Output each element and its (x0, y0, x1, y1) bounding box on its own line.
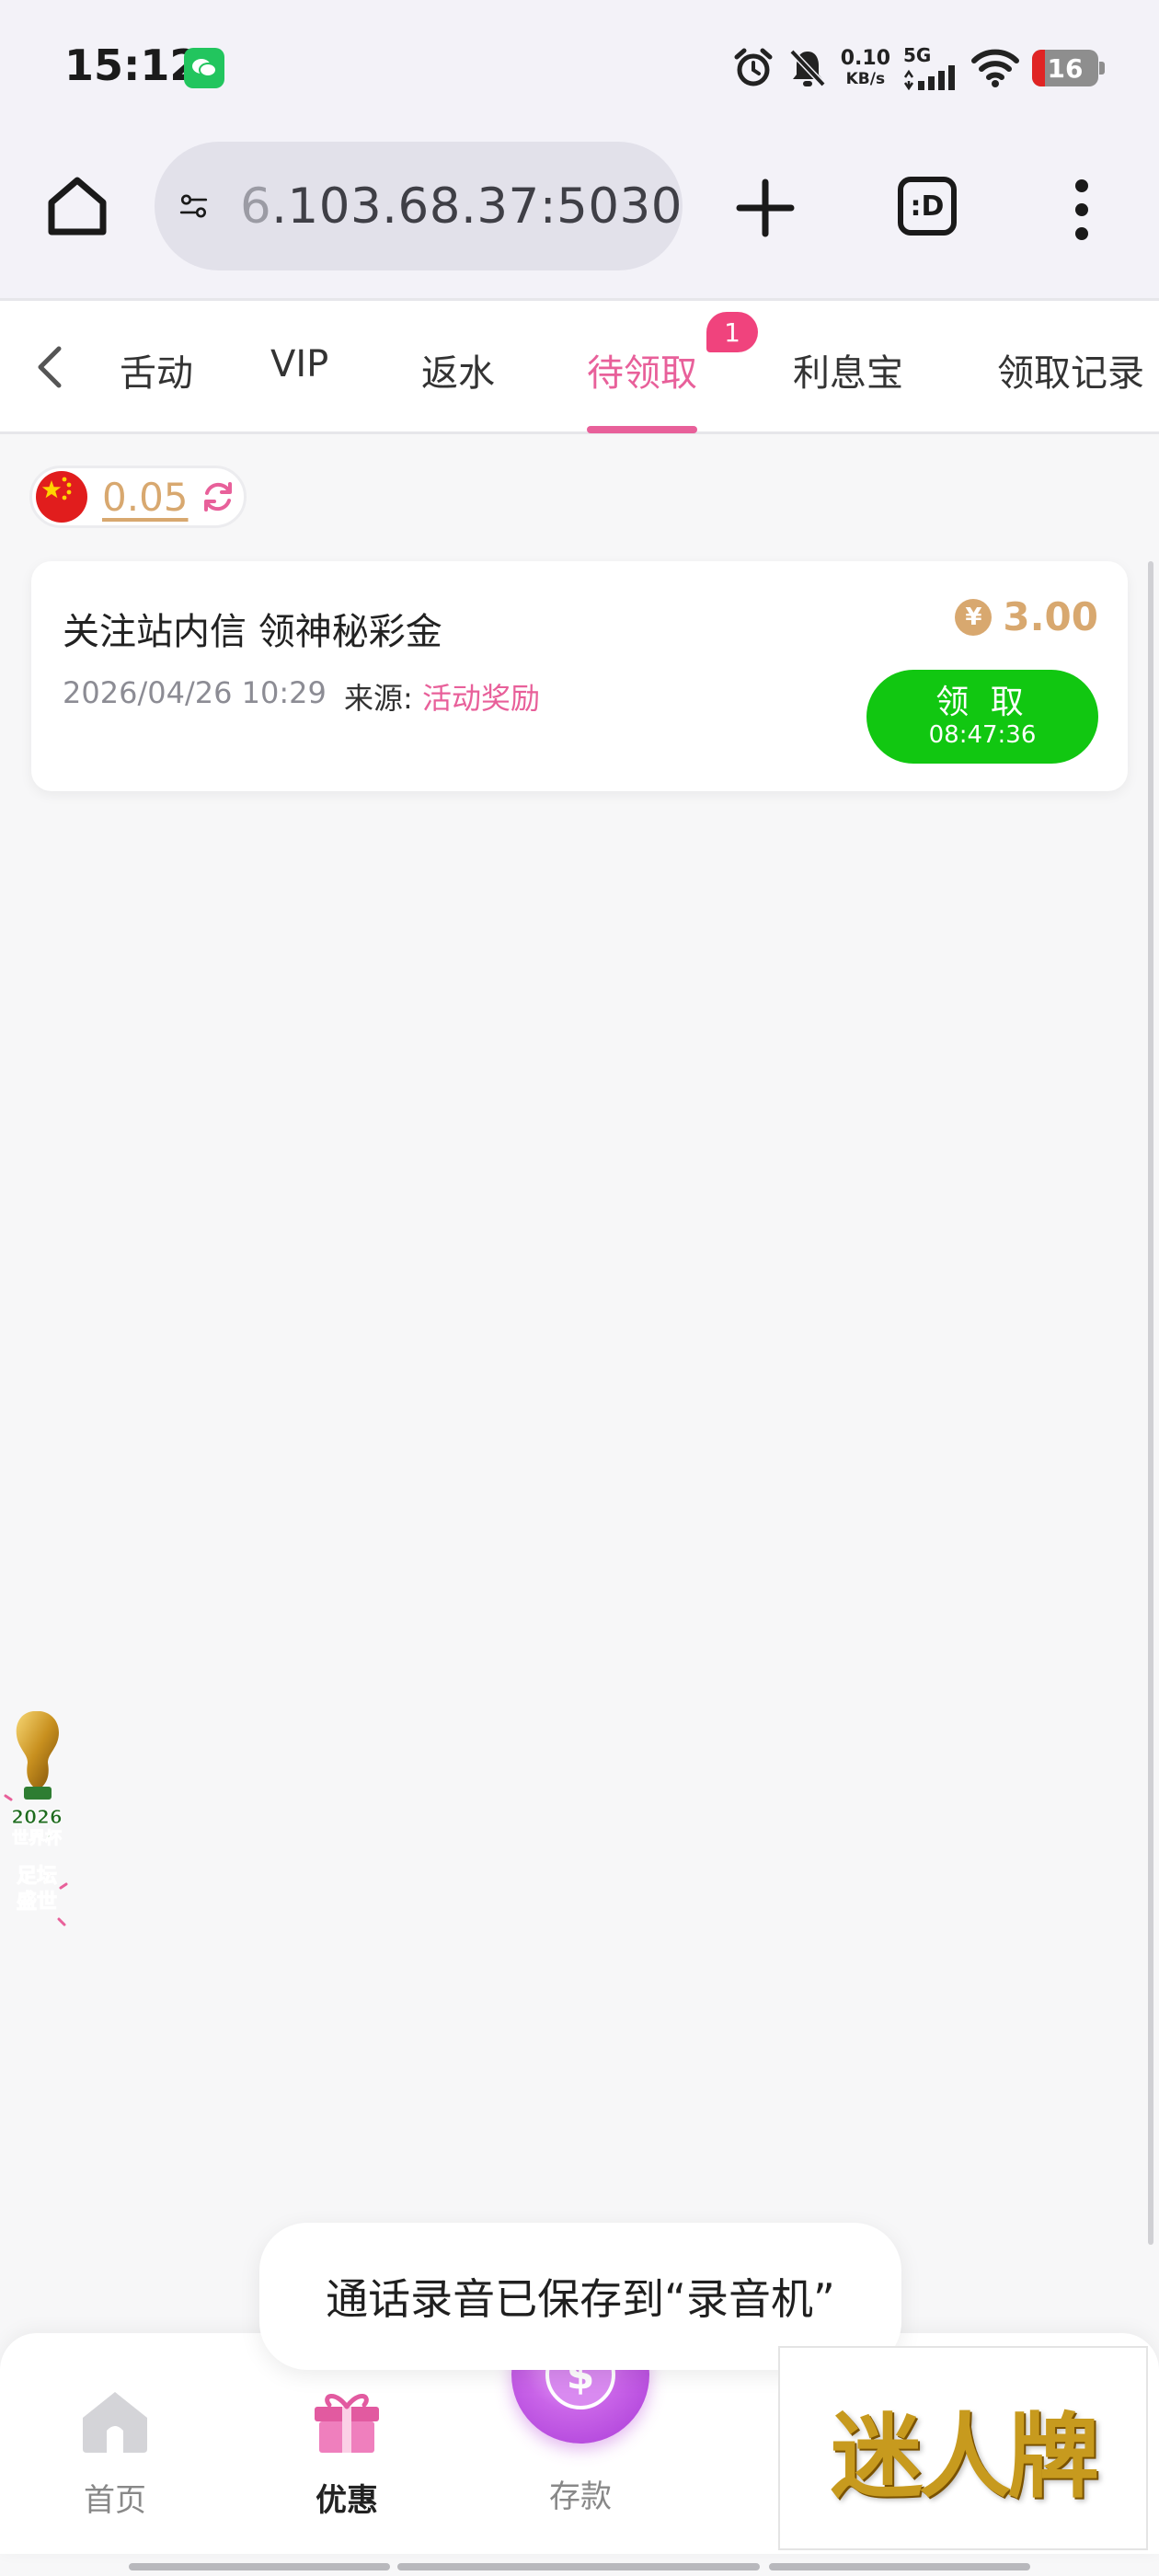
nav-promotions-label: 优惠 (316, 2482, 378, 2519)
battery-icon: 16 (1032, 50, 1105, 86)
address-bar[interactable]: 6.103.68.37:5030 (155, 142, 683, 270)
home-icon[interactable] (42, 171, 112, 241)
ad-text: 迷人牌 (831, 2401, 1099, 2511)
china-flag-icon (36, 471, 87, 523)
nav-home-label: 首页 (84, 2482, 146, 2519)
status-bar: 15:12 0.10 KB/s 5G 16 (0, 0, 1159, 138)
pending-count-badge: 1 (706, 312, 758, 352)
tab-rebate[interactable]: 返水 (421, 343, 495, 397)
ad-banner[interactable]: 迷人牌 (778, 2346, 1148, 2550)
status-icons: 0.10 KB/s 5G 16 (732, 42, 1105, 94)
balance-chip: 0.05 (29, 466, 247, 528)
url-text: 6.103.68.37:5030 (240, 178, 683, 235)
site-settings-icon[interactable] (178, 178, 209, 235)
tab-activity[interactable]: 舌动 (120, 343, 193, 397)
nav-deposit-label: 存款 (549, 2478, 612, 2515)
claim-countdown: 08:47:36 (928, 720, 1037, 749)
world-cup-year: 2026 (11, 1806, 63, 1828)
new-tab-icon[interactable] (729, 171, 802, 245)
reward-amount-value: 3.00 (1003, 594, 1098, 639)
network-type: 5G (903, 44, 932, 66)
reward-source-label: 来源: (344, 681, 422, 716)
world-cup-floating-widget[interactable]: 2026 世界杯 足坛 盛世 (0, 1708, 74, 1938)
browser-toolbar: 6.103.68.37:5030 :D (0, 138, 1159, 298)
world-cup-line3: 盛世 (17, 1890, 57, 1914)
gesture-bar-left (129, 2563, 390, 2570)
active-tab-indicator (587, 426, 697, 433)
world-cup-line2: 足坛 (17, 1865, 57, 1888)
net-speed-value: 0.10 (840, 47, 890, 70)
refresh-icon[interactable] (200, 478, 236, 515)
wifi-icon (971, 49, 1019, 87)
page-scrollbar[interactable] (1148, 561, 1153, 2245)
nav-home[interactable]: 首页 (46, 2379, 184, 2520)
tab-switcher-button[interactable]: :D (898, 177, 957, 236)
alarm-icon (734, 48, 773, 86)
mute-bell-icon (789, 49, 826, 87)
net-speed: 0.10 KB/s (841, 49, 890, 87)
tab-pending[interactable]: 待领取 (587, 343, 697, 397)
reward-date: 2026/04/26 10:29 (63, 675, 327, 710)
signal-group: 5G (903, 46, 958, 90)
reward-title: 关注站内信 领神秘彩金 (63, 611, 442, 653)
category-tabs: 舌动 VIP 返水 待领取 1 利息宝 领取记录 (0, 298, 1159, 434)
claim-button[interactable]: 领 取 08:47:36 (866, 670, 1098, 764)
home-nav-icon (83, 2392, 147, 2453)
url-main: .103.68.37:5030 (271, 178, 683, 235)
chevron-left-icon[interactable] (28, 341, 75, 393)
signal-icon (903, 65, 955, 90)
world-cup-line1: 世界杯 (12, 1828, 63, 1848)
balance-amount: 0.05 (102, 474, 189, 520)
reward-source-value: 活动奖励 (421, 681, 540, 716)
reward-amount: ¥ 3.00 (955, 594, 1098, 639)
tab-claim-history[interactable]: 领取记录 (997, 343, 1144, 397)
more-menu-icon[interactable] (1065, 175, 1098, 245)
status-time: 15:12 (64, 40, 200, 90)
reward-source: 来源: 活动奖励 (344, 675, 540, 718)
reward-card: 关注站内信 领神秘彩金 2026/04/26 10:29 来源: 活动奖励 ¥ … (31, 561, 1128, 791)
net-speed-unit: KB/s (845, 70, 886, 88)
battery-level: 16 (1047, 52, 1084, 84)
gesture-bar-center (397, 2563, 760, 2570)
gift-icon (315, 2394, 379, 2453)
url-prefix: 6 (239, 178, 272, 235)
tab-interest[interactable]: 利息宝 (793, 343, 903, 397)
yen-coin-icon: ¥ (955, 598, 993, 636)
wechat-notification-icon (184, 48, 224, 88)
nav-promotions[interactable]: 优惠 (278, 2379, 416, 2520)
gesture-bar-right (769, 2563, 1030, 2570)
tab-vip[interactable]: VIP (270, 343, 328, 385)
claim-button-label: 领 取 (935, 684, 1029, 722)
world-cup-trophy-icon: 2026 世界杯 足坛 盛世 (4, 1711, 68, 1926)
